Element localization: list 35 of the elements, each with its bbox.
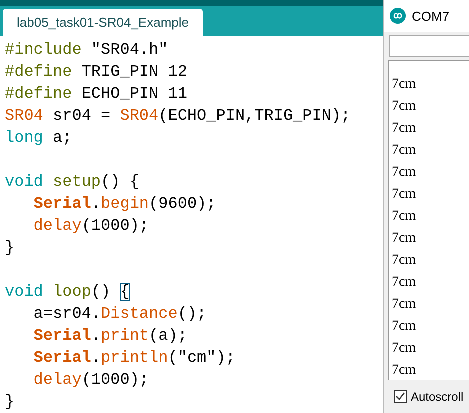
output-line: 7cm <box>392 76 418 94</box>
output-line: 7cm <box>392 318 418 336</box>
output-line: 7cm <box>392 340 418 358</box>
output-line: 7cm <box>392 120 418 138</box>
code-line: #define TRIG_PIN 12 <box>5 62 188 83</box>
send-input-field[interactable] <box>389 35 469 57</box>
code-line: delay(1000); <box>32 370 150 391</box>
output-line: 7cm <box>392 164 418 182</box>
code-line: Serial.println("cm"); <box>32 348 236 369</box>
code-line: Serial.begin(9600); <box>32 194 216 215</box>
output-line: 7cm <box>392 252 418 270</box>
code-line: SR04 sr04 = SR04(ECHO_PIN,TRIG_PIN); <box>5 106 351 127</box>
code-line: void loop() { <box>5 282 130 303</box>
checkbox[interactable] <box>394 390 407 403</box>
code-line: } <box>5 392 15 413</box>
code-line: #include "SR04.h" <box>5 40 168 61</box>
output-line: 7cm <box>392 230 418 248</box>
code-line: Serial.print(a); <box>32 326 188 347</box>
code-line: a=sr04.Distance(); <box>32 304 207 325</box>
file-tab[interactable]: lab05_task01-SR04_Example <box>3 9 203 36</box>
code-line: void setup() { <box>5 172 140 193</box>
output-line: 7cm <box>392 186 418 204</box>
autoscroll-label: Autoscroll <box>411 390 464 404</box>
code-line: } <box>5 238 15 259</box>
output-line: 7cm <box>392 296 418 314</box>
output-line: 7cm <box>392 362 418 380</box>
code-line: delay(1000); <box>32 216 150 237</box>
output-line: 7cm <box>392 142 418 160</box>
output-line: 7cm <box>392 208 418 226</box>
code-line: #define ECHO_PIN 11 <box>5 84 188 105</box>
code-line: long a; <box>5 128 72 149</box>
window-title: COM7 <box>412 8 450 24</box>
output-line: 7cm <box>392 98 418 116</box>
output-line: 7cm <box>392 274 418 292</box>
infinity-logo-icon <box>390 8 406 24</box>
